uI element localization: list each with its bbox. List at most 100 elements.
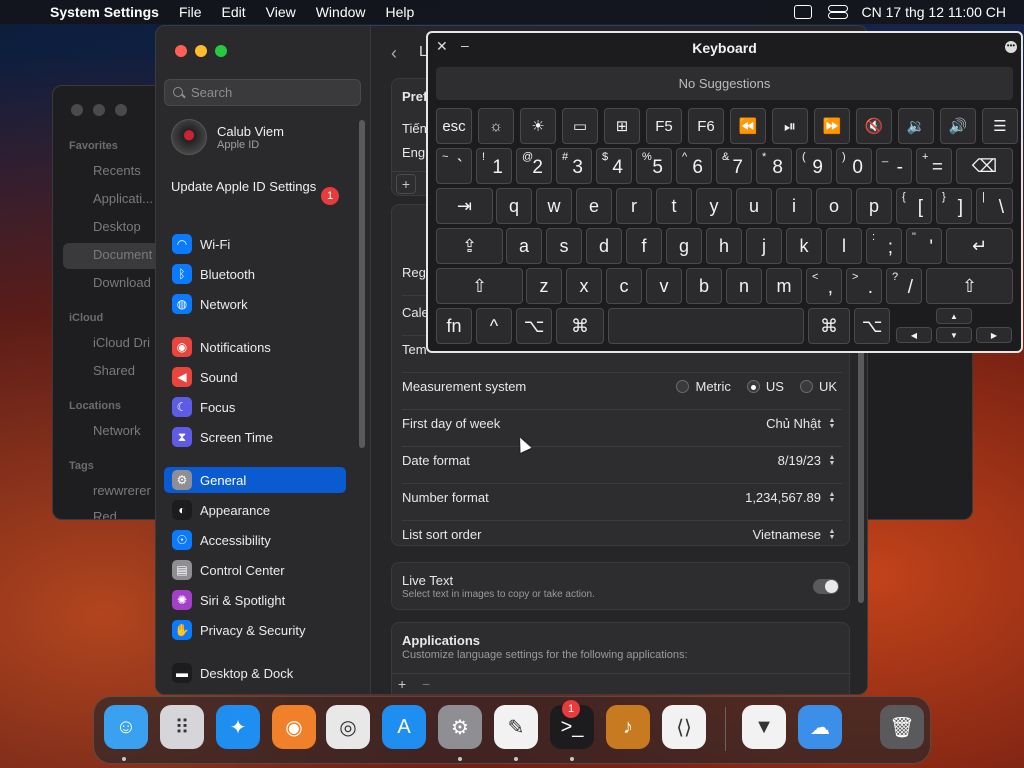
key-q[interactable]: q: [496, 188, 532, 224]
key-i[interactable]: i: [776, 188, 812, 224]
key-b[interactable]: b: [686, 268, 722, 304]
sidebar-item-screen-time[interactable]: ⧗ Screen Time: [164, 424, 346, 450]
key-bracket-0[interactable]: {[: [896, 188, 932, 224]
live-text-toggle[interactable]: [813, 579, 839, 594]
key-arrow-up[interactable]: ▲: [936, 308, 972, 324]
key-w[interactable]: w: [536, 188, 572, 224]
key-7[interactable]: & 7: [716, 148, 752, 184]
search-input[interactable]: Search: [164, 79, 361, 106]
dock-instruments-icon[interactable]: ♪: [606, 705, 650, 749]
finder-item-desktop[interactable]: Desktop: [93, 219, 141, 234]
key-y[interactable]: y: [696, 188, 732, 224]
key-o[interactable]: o: [816, 188, 852, 224]
first-day-of-week-popup[interactable]: Chủ Nhật ▲ ▼: [766, 416, 837, 431]
key-esc[interactable]: esc: [436, 108, 472, 144]
key-right-option[interactable]: ⌥: [854, 308, 890, 344]
key-volume-up[interactable]: 🔊: [940, 108, 976, 144]
key-5[interactable]: % 5: [636, 148, 672, 184]
key--[interactable]: _ -: [876, 148, 912, 184]
key-x[interactable]: x: [566, 268, 602, 304]
sidebar-item-appearance[interactable]: ◐ Appearance: [164, 497, 346, 523]
sidebar-item-desktop-dock[interactable]: ▬ Desktop & Dock: [164, 660, 346, 686]
key-right-command[interactable]: ⌘: [808, 308, 850, 344]
key-punct-1[interactable]: " ': [906, 228, 942, 264]
key-f5[interactable]: F5: [646, 108, 682, 144]
key-4[interactable]: $4: [596, 148, 632, 184]
key-a[interactable]: a: [506, 228, 542, 264]
finder-tag-item[interactable]: rewwrerer: [93, 483, 151, 498]
key-play-pause[interactable]: ⏯: [772, 108, 808, 144]
dock-firefox-icon[interactable]: ◉: [272, 705, 316, 749]
update-apple-id-settings[interactable]: Update Apple ID Settings: [171, 179, 321, 195]
key-9[interactable]: (9: [796, 148, 832, 184]
sidebar-item-notifications[interactable]: ◉ Notifications: [164, 334, 346, 360]
key-bracket-2[interactable]: | \: [976, 188, 1013, 224]
key-l[interactable]: l: [826, 228, 862, 264]
key-j[interactable]: j: [746, 228, 782, 264]
key-=[interactable]: + =: [916, 148, 952, 184]
sidebar-scrollbar[interactable]: [359, 120, 365, 448]
key-mission-control[interactable]: ▭: [562, 108, 598, 144]
key-right-shift[interactable]: ⇧: [926, 268, 1013, 304]
key-delete[interactable]: ⌫: [956, 148, 1013, 184]
dock-launchpad-icon[interactable]: ⠿: [160, 705, 204, 749]
sidebar-item-general[interactable]: ⚙ General: [164, 467, 346, 493]
key-punct2-2[interactable]: ? /: [886, 268, 922, 304]
zoom-window-button[interactable]: [215, 45, 227, 57]
key-g[interactable]: g: [666, 228, 702, 264]
remove-application-button[interactable]: −: [422, 676, 430, 692]
dock-textedit-icon[interactable]: ✎: [494, 705, 538, 749]
key-punct-0[interactable]: :;: [866, 228, 902, 264]
back-button[interactable]: ‹: [391, 43, 397, 64]
key-punct2-1[interactable]: >.: [846, 268, 882, 304]
sidebar-item-siri-spotlight[interactable]: ✺ Siri & Spotlight: [164, 587, 346, 613]
number-format-popup[interactable]: 1,234,567.89 ▲ ▼: [745, 490, 837, 505]
finder-item-applications[interactable]: Applicati...: [93, 191, 153, 206]
finder-item-downloads[interactable]: Download: [93, 275, 151, 290]
screen-mirroring-icon[interactable]: [793, 5, 812, 19]
key-u[interactable]: u: [736, 188, 772, 224]
menu-edit[interactable]: Edit: [222, 4, 246, 20]
add-application-button[interactable]: +: [398, 676, 406, 692]
dock-visual-studio-icon[interactable]: ▼: [742, 705, 786, 749]
control-center-icon[interactable]: [827, 5, 848, 19]
dock-finder-icon[interactable]: ☺: [104, 705, 148, 749]
list-sort-order-popup[interactable]: Vietnamese ▲ ▼: [753, 527, 837, 542]
sidebar-item-accessibility[interactable]: ☉ Accessibility: [164, 527, 346, 553]
finder-item-recents[interactable]: Recents: [93, 163, 141, 178]
key-z[interactable]: z: [526, 268, 562, 304]
more-options-icon[interactable]: •••: [1005, 41, 1017, 53]
key-control[interactable]: ^: [476, 308, 512, 344]
key-space[interactable]: [608, 308, 804, 344]
key-s[interactable]: s: [546, 228, 582, 264]
key-t[interactable]: t: [656, 188, 692, 224]
key-return[interactable]: ↵: [946, 228, 1013, 264]
finder-item-icloud-drive[interactable]: iCloud Dri: [93, 335, 150, 350]
key-2[interactable]: @2: [516, 148, 552, 184]
finder-item-shared[interactable]: Shared: [93, 363, 135, 378]
finder-tag-red[interactable]: Red: [93, 509, 117, 519]
key-v[interactable]: v: [646, 268, 682, 304]
radio-uk[interactable]: [799, 380, 813, 393]
key-tab[interactable]: ⇥: [436, 188, 493, 224]
key-fast-forward[interactable]: ⏩: [814, 108, 850, 144]
radio-us[interactable]: [746, 380, 760, 393]
menu-app-name[interactable]: System Settings: [50, 4, 159, 20]
date-format-popup[interactable]: 8/19/23 ▲ ▼: [778, 453, 837, 468]
dock-app-store-icon[interactable]: A: [382, 705, 426, 749]
menu-window[interactable]: Window: [316, 4, 366, 20]
sidebar-item-privacy-security[interactable]: ✋ Privacy & Security: [164, 617, 346, 643]
apple-id-account[interactable]: Calub Viem Apple ID: [171, 119, 284, 155]
key-d[interactable]: d: [586, 228, 622, 264]
key-3[interactable]: #3: [556, 148, 592, 184]
key-0[interactable]: ) 0: [836, 148, 872, 184]
key-left-command[interactable]: ⌘: [556, 308, 604, 344]
radio-metric[interactable]: [676, 380, 690, 393]
sidebar-item-bluetooth[interactable]: ᛒ Bluetooth: [164, 261, 346, 287]
key-arrow-right[interactable]: ▶: [976, 327, 1012, 343]
key-`[interactable]: ~ `: [436, 148, 472, 184]
add-language-button[interactable]: +: [396, 174, 416, 194]
key-arrow-down[interactable]: ▼: [936, 327, 972, 343]
key-brightness-up[interactable]: ☀: [520, 108, 556, 144]
key-1[interactable]: ! 1: [476, 148, 512, 184]
